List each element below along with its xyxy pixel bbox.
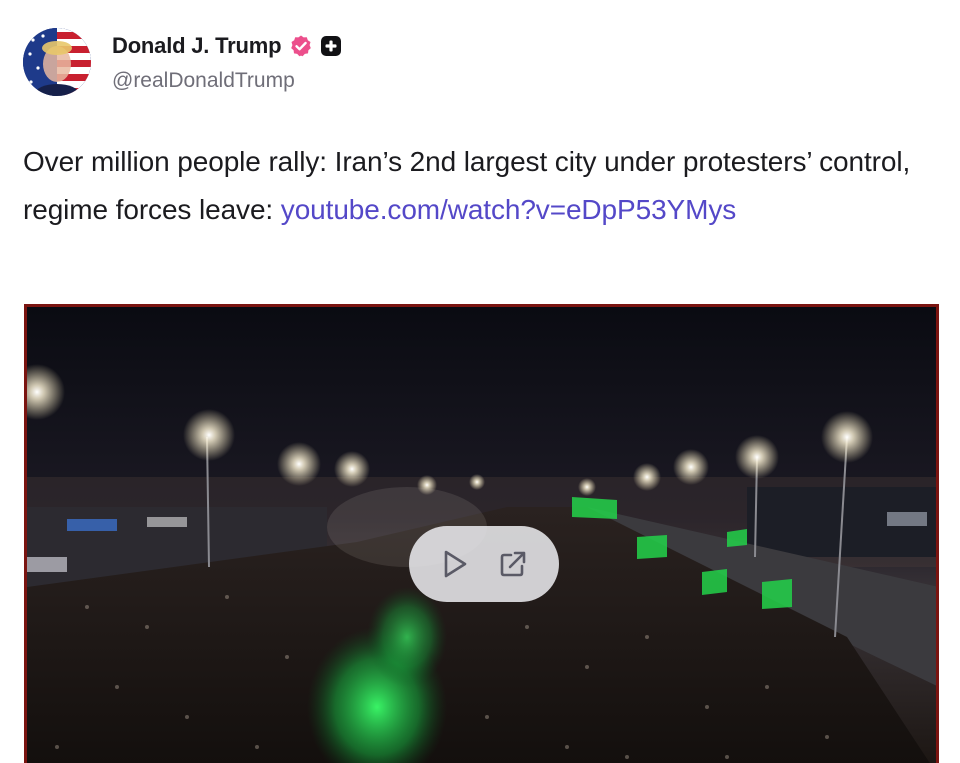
- avatar[interactable]: [23, 28, 91, 96]
- post-link[interactable]: youtube.com/watch?v=eDpP53YMys: [281, 194, 736, 225]
- post-body: Over million people rally: Iran’s 2nd la…: [23, 138, 938, 234]
- verified-badge-icon: [289, 34, 313, 58]
- play-icon[interactable]: [437, 546, 473, 582]
- media-controls: [409, 526, 559, 602]
- display-name[interactable]: Donald J. Trump: [112, 33, 282, 59]
- author-handle[interactable]: @realDonaldTrump: [112, 69, 295, 93]
- plus-badge-icon: [320, 35, 342, 57]
- media-preview[interactable]: [24, 304, 939, 763]
- author-name-row: Donald J. Trump: [112, 31, 342, 61]
- external-link-icon[interactable]: [495, 546, 531, 582]
- post-card: Donald J. Trump @realDonaldTrump Over mi…: [0, 0, 960, 763]
